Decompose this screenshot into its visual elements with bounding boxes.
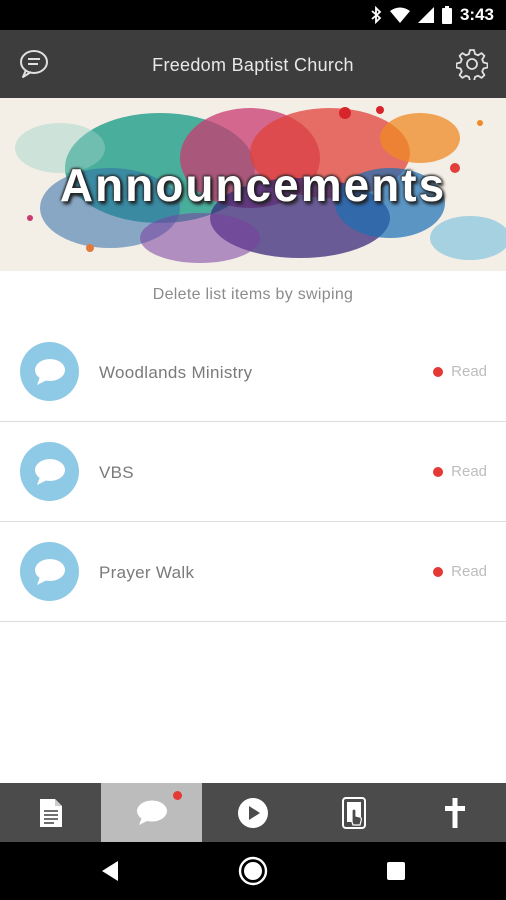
chat-bubble-icon [136, 800, 167, 825]
tab-announcements[interactable] [101, 783, 203, 842]
home-button[interactable] [237, 855, 269, 887]
back-triangle-icon [102, 861, 118, 881]
settings-button[interactable] [454, 46, 490, 82]
battery-icon [441, 6, 452, 24]
read-status: Read [433, 522, 487, 621]
read-status: Read [433, 422, 487, 521]
gear-icon [456, 49, 488, 80]
home-circle-icon [238, 856, 268, 886]
bottom-nav [0, 783, 506, 842]
tab-media[interactable] [202, 783, 303, 842]
app-header: Freedom Baptist Church [0, 30, 506, 98]
announcement-list: Woodlands Ministry Read VBS Read Prayer … [0, 322, 506, 622]
announcement-avatar [20, 342, 79, 401]
unread-dot [433, 566, 444, 577]
tab-faith[interactable] [405, 783, 506, 842]
announcement-title: VBS [99, 463, 134, 482]
speech-bubble-icon [34, 358, 65, 385]
list-item[interactable]: Prayer Walk Read [0, 522, 506, 622]
recents-button[interactable] [380, 855, 412, 887]
list-item[interactable]: Woodlands Ministry Read [0, 322, 506, 422]
announcements-banner: Announcements [0, 98, 506, 271]
speech-bubble-icon [34, 558, 65, 585]
announcement-avatar [20, 542, 79, 601]
document-icon [39, 798, 62, 827]
bluetooth-icon [371, 6, 382, 24]
status-bar: 3:43 [0, 0, 506, 30]
cross-icon [445, 797, 466, 828]
tablet-touch-icon [342, 796, 367, 829]
status-time: 3:43 [459, 5, 494, 24]
status-icons: 3:43 [370, 0, 494, 30]
recents-square-icon [387, 862, 405, 880]
tab-documents[interactable] [0, 783, 101, 842]
swipe-hint: Delete list items by swiping [152, 286, 354, 303]
announcement-avatar [20, 442, 79, 501]
notification-badge [173, 791, 183, 800]
system-nav-bar [0, 842, 506, 900]
read-status: Read [433, 322, 487, 421]
announcement-title: Woodlands Ministry [99, 363, 253, 382]
speech-bubble-icon [34, 458, 65, 485]
cell-signal-icon [417, 7, 434, 23]
unread-dot [433, 366, 444, 377]
wifi-icon [389, 7, 410, 23]
banner-title: Announcements [59, 159, 447, 211]
announcement-title: Prayer Walk [99, 563, 195, 582]
list-item[interactable]: VBS Read [0, 422, 506, 522]
tab-giving[interactable] [304, 783, 405, 842]
unread-dot [433, 466, 444, 477]
status-label: Read [451, 563, 487, 580]
play-icon [237, 797, 268, 828]
status-label: Read [451, 363, 487, 380]
status-label: Read [451, 463, 487, 480]
page-title: Freedom Baptist Church [152, 55, 354, 75]
back-button[interactable] [94, 855, 126, 887]
